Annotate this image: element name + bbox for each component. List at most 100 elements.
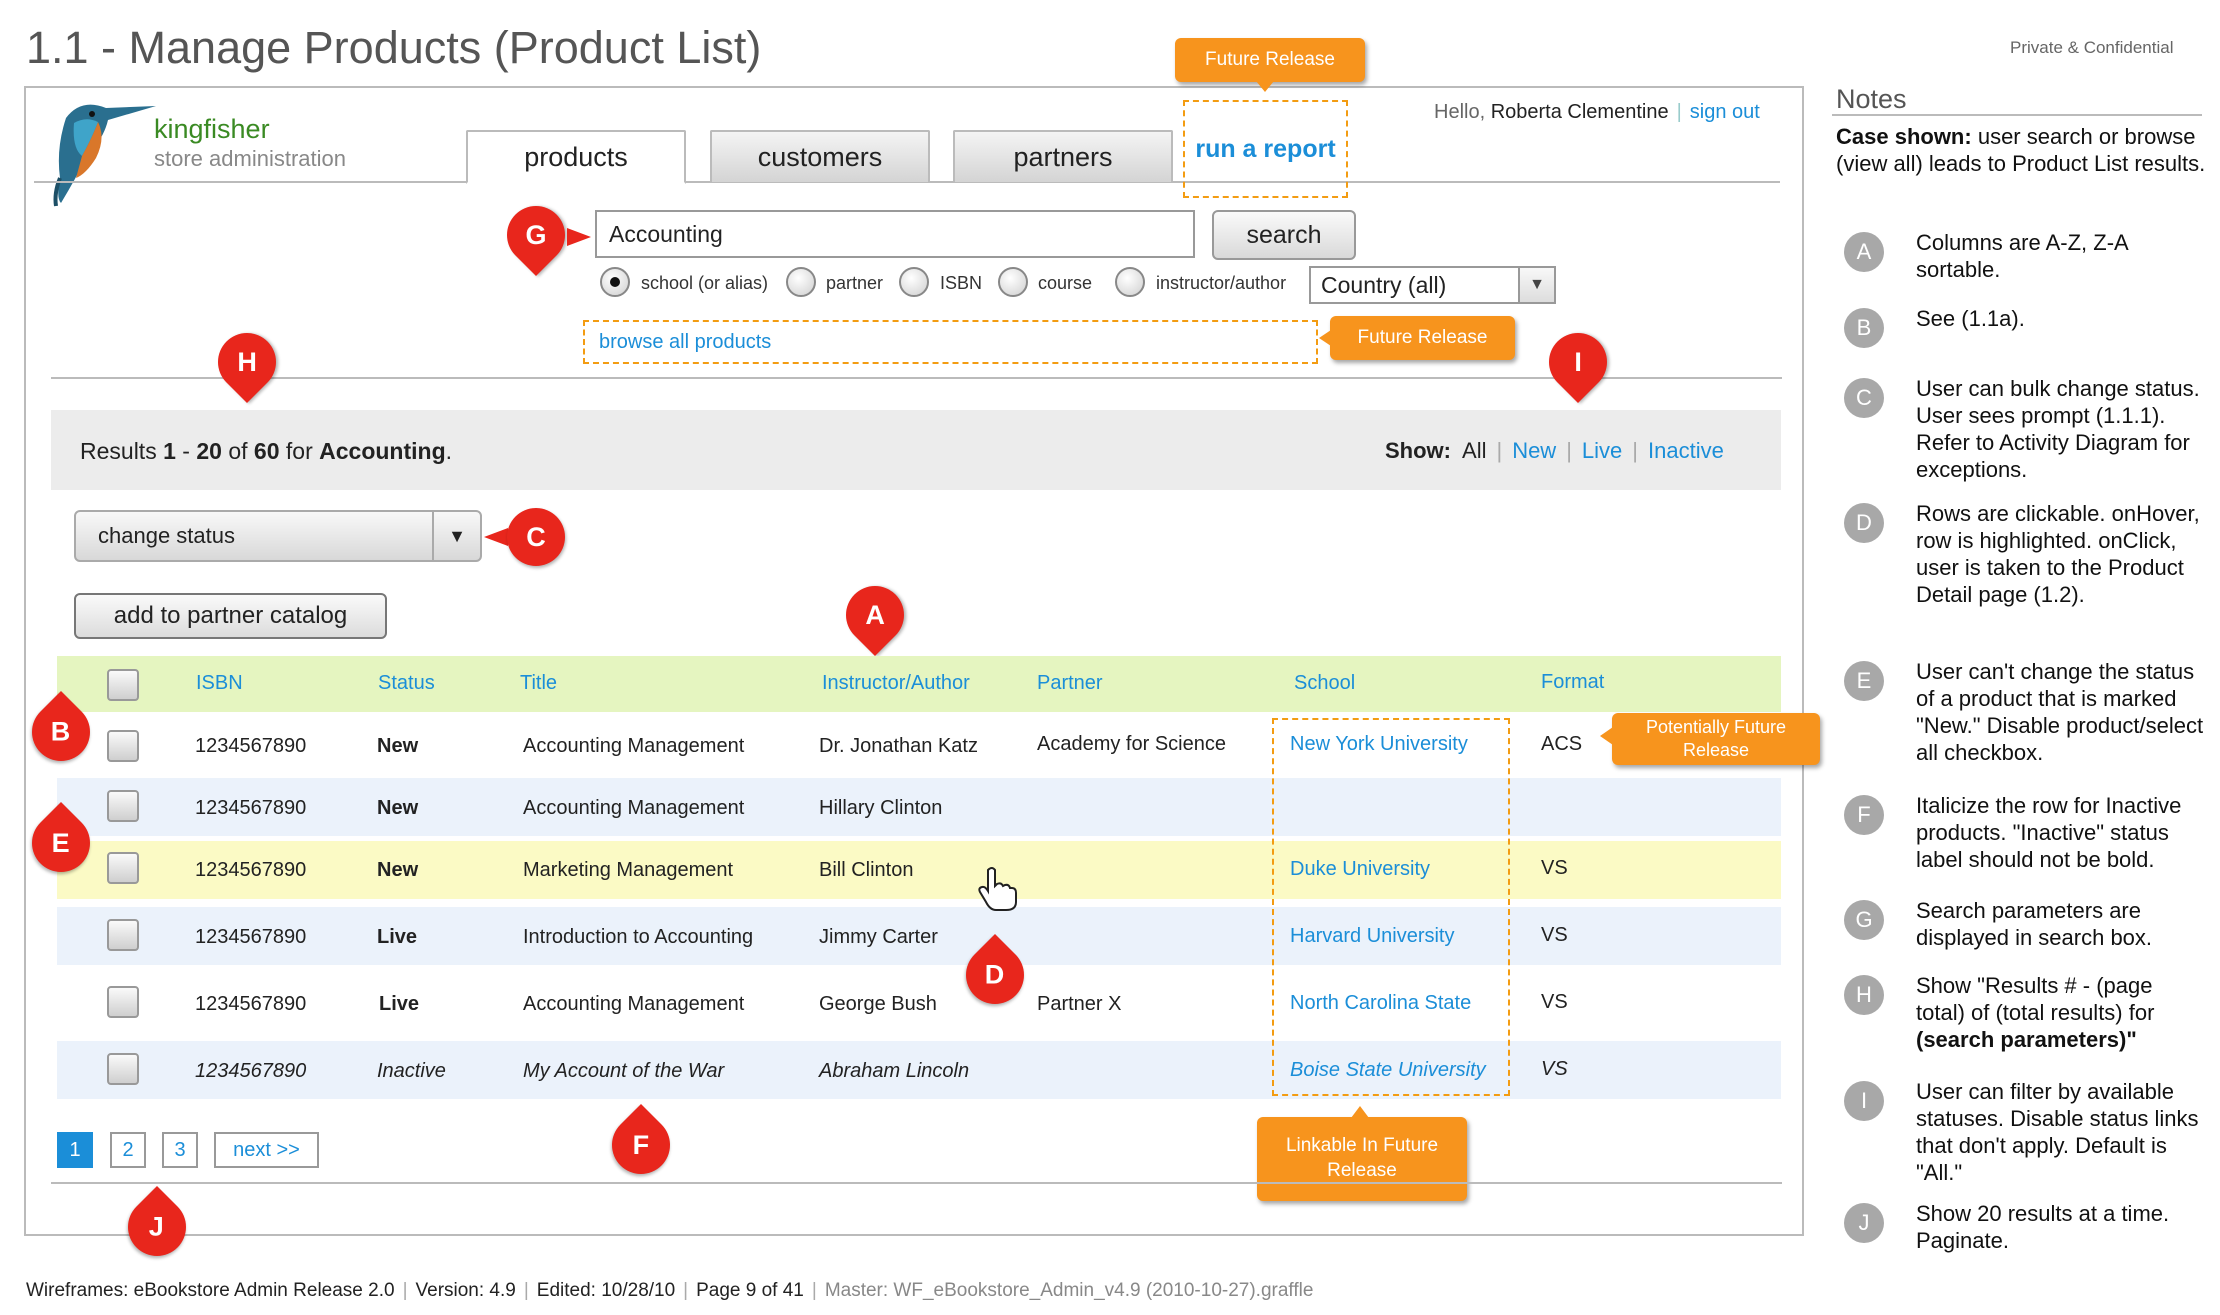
add-to-catalog-button[interactable]: add to partner catalog <box>74 593 387 639</box>
note-d-badge: D <box>1844 503 1884 543</box>
search-input[interactable] <box>595 210 1195 258</box>
table-row[interactable] <box>57 841 1781 899</box>
radio-isbn[interactable] <box>899 267 929 297</box>
status-filter: Show: All | New | Live | Inactive <box>1385 438 1724 463</box>
search-button[interactable]: search <box>1212 210 1356 260</box>
filter-inactive[interactable]: Inactive <box>1648 438 1724 463</box>
cell-partner: Academy for Science <box>1037 733 1226 755</box>
cell-status: New <box>377 797 419 819</box>
radio-course[interactable] <box>998 267 1028 297</box>
future-release-callout: Future Release <box>1175 38 1365 82</box>
logo-subtitle: store administration <box>154 146 346 171</box>
page-1[interactable]: 1 <box>57 1132 93 1168</box>
tab-run-a-report[interactable]: run a report <box>1183 100 1348 198</box>
column-format[interactable]: Format <box>1541 671 1604 694</box>
note-d: Rows are clickable. onHover, row is high… <box>1916 501 2200 607</box>
next-page-link[interactable]: next >> <box>214 1132 319 1168</box>
column-status[interactable]: Status <box>378 672 435 695</box>
cell-title: Accounting Management <box>523 797 745 819</box>
footer-master: Master: WF_eBookstore_Admin_v4.9 (2010-1… <box>824 1280 1314 1301</box>
cell-title: Accounting Management <box>523 735 745 757</box>
cell-format: VS <box>1541 991 1568 1013</box>
column-school[interactable]: School <box>1294 672 1355 695</box>
column-isbn[interactable]: ISBN <box>196 672 243 695</box>
note-c: User can bulk change status. User sees p… <box>1916 376 2200 482</box>
divider <box>51 1182 1782 1184</box>
radio-instructor[interactable] <box>1115 267 1145 297</box>
callout-pointer <box>1256 81 1274 92</box>
cell-status: Live <box>379 993 420 1015</box>
note-j-badge: J <box>1844 1203 1884 1243</box>
browse-all-link[interactable]: browse all products <box>583 320 1318 364</box>
row-checkbox[interactable] <box>107 919 139 951</box>
cell-title: Accounting Management <box>523 993 745 1015</box>
tab-partners[interactable]: partners <box>953 130 1173 182</box>
radio-instructor-label: instructor/author <box>1156 273 1287 293</box>
note-b: See (1.1a). <box>1916 306 2025 331</box>
future-release-callout-2: Future Release <box>1330 316 1515 360</box>
hand-cursor-icon <box>978 867 1017 911</box>
column-partner[interactable]: Partner <box>1037 672 1103 695</box>
note-c-badge: C <box>1844 378 1884 418</box>
marker-c: C <box>507 508 565 566</box>
cell-author: Hillary Clinton <box>819 797 943 819</box>
row-checkbox[interactable] <box>107 986 139 1018</box>
cell-isbn: 1234567890 <box>195 735 307 757</box>
note-a-badge: A <box>1844 232 1884 272</box>
note-f-badge: F <box>1844 795 1884 835</box>
school-column-highlight <box>1272 718 1510 1096</box>
column-instructor[interactable]: Instructor/Author <box>822 672 970 695</box>
radio-school[interactable] <box>600 267 630 297</box>
footer-edited: Edited: 10/28/10 <box>536 1280 676 1301</box>
note-i-badge: I <box>1844 1081 1884 1121</box>
marker-g-pointer <box>567 228 591 246</box>
note-h-badge: H <box>1844 975 1884 1015</box>
note-b-badge: B <box>1844 308 1884 348</box>
change-status-label: change status <box>98 523 235 548</box>
note-j: Show 20 results at a time. Paginate. <box>1916 1201 2170 1253</box>
tab-products[interactable]: products <box>466 130 686 184</box>
tab-customers[interactable]: customers <box>710 130 930 182</box>
radio-partner-label: partner <box>826 273 884 293</box>
filter-live[interactable]: Live <box>1582 438 1622 463</box>
cell-isbn: 1234567890 <box>195 926 307 948</box>
footer: Wireframes: eBookstore Admin Release 2.0… <box>26 1280 1314 1301</box>
cell-status: Live <box>377 926 418 948</box>
confidential-label: Private & Confidential <box>2010 38 2174 57</box>
notes-case: Case shown: user search or browse (view … <box>1836 124 2206 176</box>
cell-format: ACS <box>1541 733 1583 755</box>
sign-out-link[interactable]: sign out <box>1690 101 1760 123</box>
divider <box>51 377 1782 379</box>
column-title[interactable]: Title <box>520 672 557 695</box>
row-checkbox[interactable] <box>107 1053 139 1085</box>
cell-format: VS <box>1541 924 1568 946</box>
page-2[interactable]: 2 <box>110 1132 146 1168</box>
cell-title: My Account of the War <box>523 1060 725 1082</box>
footer-version: Version: 4.9 <box>415 1280 516 1301</box>
row-checkbox <box>107 790 139 822</box>
change-status-dropdown[interactable]: change status ▼ <box>74 510 482 562</box>
select-all-checkbox[interactable] <box>107 669 139 701</box>
radio-partner[interactable] <box>786 267 816 297</box>
note-e: User can't change the status of a produc… <box>1916 659 2204 765</box>
show-label: Show: <box>1385 438 1451 463</box>
cell-status: New <box>377 859 419 881</box>
cell-author: Jimmy Carter <box>819 926 938 948</box>
row-checkbox[interactable] <box>107 730 139 762</box>
page-3[interactable]: 3 <box>162 1132 198 1168</box>
filter-new[interactable]: New <box>1512 438 1556 463</box>
cell-author: George Bush <box>819 993 937 1015</box>
cell-isbn: 1234567890 <box>195 993 307 1015</box>
note-a: Columns are A-Z, Z-A sortable. <box>1916 230 2128 282</box>
kingfisher-logo-icon <box>53 104 156 207</box>
country-select[interactable]: Country (all) ▼ <box>1309 266 1556 304</box>
cell-title: Marketing Management <box>523 859 734 881</box>
filter-all[interactable]: All <box>1462 438 1486 463</box>
chevron-down-icon: ▼ <box>432 512 480 560</box>
cell-isbn: 1234567890 <box>195 1060 307 1082</box>
cell-author: Abraham Lincoln <box>819 1060 970 1082</box>
radio-isbn-label: ISBN <box>940 273 983 293</box>
user-greeting: Hello, Roberta Clementine | sign out <box>1434 101 1760 123</box>
note-g: Search parameters are displayed in searc… <box>1916 898 2153 950</box>
footer-page: Page 9 of 41 <box>696 1280 804 1301</box>
